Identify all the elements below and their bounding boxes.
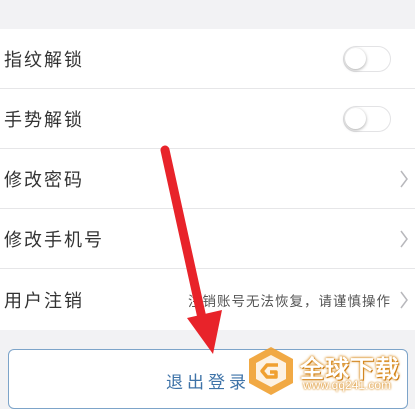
- chevron-right-icon: [400, 291, 408, 308]
- change-password-row[interactable]: 修改密码: [0, 149, 415, 209]
- toggle-knob: [345, 47, 366, 69]
- watermark: 全球下载 www.qq241.com: [245, 345, 415, 397]
- cancel-account-label: 用户注销: [4, 290, 84, 312]
- fingerprint-unlock-row: 指纹解锁: [0, 29, 415, 89]
- fingerprint-unlock-label: 指纹解锁: [4, 49, 84, 71]
- chevron-right-icon: [400, 170, 408, 187]
- gesture-unlock-label: 手势解锁: [4, 109, 84, 131]
- g-logo-icon: [249, 347, 293, 395]
- toggle-knob: [345, 107, 366, 129]
- gesture-unlock-row: 手势解锁: [0, 89, 415, 149]
- change-password-label: 修改密码: [4, 169, 84, 191]
- change-phone-label: 修改手机号: [4, 229, 104, 251]
- gesture-unlock-toggle[interactable]: [343, 105, 391, 132]
- chevron-right-icon: [400, 230, 408, 247]
- fingerprint-unlock-toggle[interactable]: [343, 45, 391, 72]
- change-phone-row[interactable]: 修改手机号: [0, 209, 415, 269]
- watermark-url: www.qq241.com: [303, 378, 392, 392]
- settings-list: 指纹解锁 手势解锁 修改密码 修改手机号 用户注销 注销账号无法恢复，请谨慎操作: [0, 29, 415, 330]
- cancel-account-note: 注销账号无法恢复，请谨慎操作: [188, 293, 391, 310]
- cancel-account-row[interactable]: 用户注销 注销账号无法恢复，请谨慎操作: [0, 269, 415, 330]
